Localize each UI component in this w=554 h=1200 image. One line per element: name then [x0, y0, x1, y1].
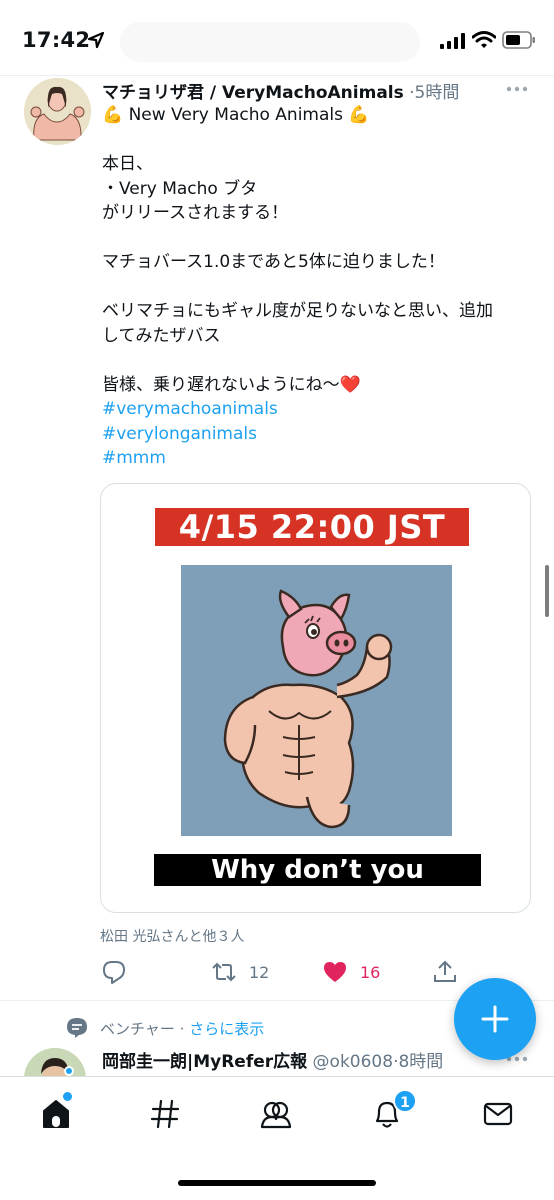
share-button[interactable]	[432, 955, 458, 989]
tweet-line: 皆様、乗り遅れないようにね〜❤️	[102, 374, 361, 395]
wifi-icon	[472, 31, 496, 48]
macho-pig-artwork	[181, 565, 452, 836]
communities-icon	[260, 1101, 292, 1129]
tweet-line: ・Very Macho ブタ	[102, 178, 258, 199]
topic-line: ベンチャー · さらに表示	[100, 1018, 264, 1039]
tweet-header: マチョリザ君 / VeryMachoAnimals ·5時間	[102, 78, 492, 102]
nav-explore[interactable]	[148, 1097, 182, 1131]
like-button[interactable]: 16	[322, 955, 380, 989]
caption-banner: Why don’t you macho?	[154, 854, 481, 912]
envelope-icon	[483, 1102, 513, 1126]
topic-show-more-link[interactable]: さらに表示	[189, 1020, 264, 1038]
separator-dot: ·	[179, 1020, 185, 1038]
user-handle[interactable]: @ok0608	[313, 1052, 394, 1071]
notification-badge: 1	[393, 1089, 417, 1113]
release-date-banner: 4/15 22:00 JST	[155, 508, 469, 546]
like-count: 16	[360, 962, 381, 982]
tweet-media-card[interactable]: 4/15 22:00 JST Why don’t you macho?	[100, 483, 531, 913]
tweet-line: してみたザバス	[102, 325, 221, 346]
time-ago[interactable]: 8時間	[398, 1052, 443, 1071]
verified-dot	[64, 1066, 74, 1076]
compose-tweet-button[interactable]	[454, 978, 536, 1060]
plus-icon	[481, 1005, 509, 1033]
home-icon	[43, 1100, 69, 1128]
share-icon	[434, 960, 456, 982]
macho-pig-icon	[181, 565, 452, 836]
tweet-line: ベリマチョにもギャル度が足りないなと思い、追加	[102, 301, 493, 321]
nav-communities[interactable]	[259, 1097, 293, 1131]
tweet-actions: 12 16	[0, 955, 554, 989]
display-name[interactable]: マチョリザ君 / VeryMachoAnimals	[102, 83, 404, 102]
nav-home[interactable]	[39, 1097, 73, 1131]
tweet-line: マチョバース1.0まであと5体に迫りました！	[102, 252, 445, 272]
hashtag-link[interactable]: #verymachoanimals	[102, 397, 532, 422]
topic-name[interactable]: ベンチャー	[100, 1020, 175, 1038]
topic-chat-icon	[67, 1018, 87, 1038]
status-time: 17:42	[22, 28, 91, 52]
tweet-line	[102, 348, 532, 373]
tweet-header: 岡部圭一朗|MyRefer広報 @ok0608·8時間	[102, 1047, 492, 1071]
liked-by-text[interactable]: 松田 光弘さんと他３人	[100, 926, 244, 946]
reply-icon	[103, 961, 125, 984]
tweet-line: がリリースされまする！	[102, 203, 289, 223]
tweet-line	[102, 226, 532, 251]
macho-lizard-avatar-icon	[24, 78, 91, 145]
tweet-line	[102, 275, 532, 300]
tweet-body: 💪 New Very Macho Animals 💪 本日、 ・Very Mac…	[102, 103, 532, 471]
tweet-line: 本日、	[102, 154, 153, 174]
retweet-button[interactable]: 12	[211, 955, 269, 989]
display-name[interactable]: 岡部圭一朗|MyRefer広報	[102, 1052, 307, 1071]
timeline-divider	[0, 75, 554, 76]
home-indicator[interactable]	[178, 1180, 376, 1186]
hashtag-icon	[150, 1099, 180, 1129]
cellular-signal-icon	[440, 33, 465, 49]
heart-filled-icon	[324, 962, 346, 982]
home-unread-dot	[63, 1092, 72, 1101]
tweet-line: 💪 New Very Macho Animals 💪	[102, 105, 370, 125]
hashtag-link[interactable]: #mmm	[102, 446, 532, 471]
tweet-line	[102, 128, 532, 153]
location-arrow-icon	[87, 31, 105, 49]
hashtag-link[interactable]: #verylonganimals	[102, 422, 532, 447]
scrollbar-thumb[interactable]	[545, 565, 549, 617]
avatar[interactable]	[24, 78, 91, 145]
status-bar-background-blur	[120, 22, 420, 62]
more-options-icon[interactable]	[505, 85, 529, 93]
battery-icon	[502, 31, 535, 49]
status-bar: 17:42	[0, 0, 554, 78]
time-ago[interactable]: 5時間	[415, 83, 460, 102]
retweet-count: 12	[249, 962, 270, 982]
retweet-icon	[212, 962, 236, 982]
reply-button[interactable]	[101, 955, 127, 989]
nav-messages[interactable]	[481, 1097, 515, 1131]
